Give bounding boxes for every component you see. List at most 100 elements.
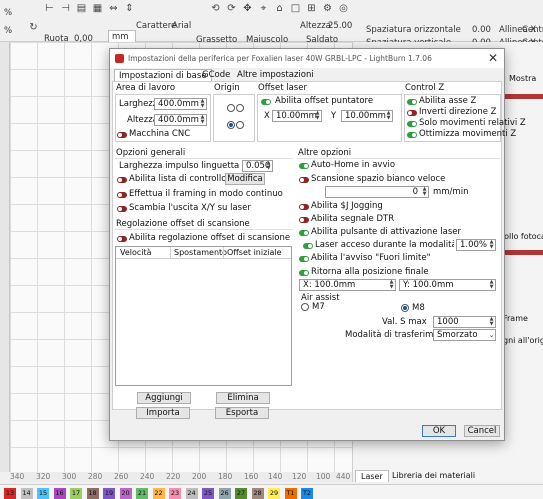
dialog-titlebar[interactable]: Impostazioni della periferica per Foxali… [110,49,504,68]
column-header-speed[interactable]: Velocità [120,248,152,257]
chevron-down-icon[interactable]: ⌄ [488,330,495,340]
distribute-icon[interactable]: ⇔ [108,3,119,14]
tab-basic-settings[interactable]: Impostazioni di base [114,69,212,81]
palette-swatch[interactable]: 19 [103,488,115,499]
height-value[interactable]: 25.00 [328,21,352,31]
mirror-icon[interactable]: ⇕ [124,3,135,14]
palette-swatch[interactable]: 27 [235,488,247,499]
palette-swatch[interactable]: 24 [185,488,198,499]
palette-swatch[interactable]: 25 [202,488,214,499]
delete-button[interactable]: Elimina [216,392,270,404]
scan-offset-toggle[interactable] [117,236,127,242]
export-button[interactable]: Esporta [215,407,269,419]
add-button[interactable]: Aggiungi [137,392,191,404]
swap-xy-toggle[interactable] [117,206,127,212]
origin-top-left-radio[interactable] [227,104,235,112]
continuous-framing-toggle[interactable] [117,192,127,198]
air-assist-m8-radio[interactable] [401,304,409,312]
height-field[interactable]: 400.0mm ▲ ▼ [154,114,207,126]
align-center-icon[interactable]: ⊣ [60,3,71,14]
offset-x-field[interactable]: 10.00mm ▲ ▼ [272,110,322,122]
invert-z-toggle[interactable] [407,110,417,116]
relative-z-toggle[interactable] [407,121,417,127]
fire-power-field[interactable]: 1.00% ▲ ▼ [456,239,496,251]
scan-offset-table[interactable]: Velocità Spostamento Offset iniziale [115,246,292,386]
offset-y-field[interactable]: 10.00mm ▲ ▼ [341,110,393,122]
palette-swatch[interactable]: 29 [268,488,280,499]
fire-during-framing-toggle[interactable] [303,243,313,249]
import-button[interactable]: Importa [136,407,190,419]
align-left-icon[interactable]: ⊢ [44,3,55,14]
width-field[interactable]: 400.0mm ▲ ▼ [154,98,207,110]
close-icon[interactable]: ✕ [488,51,498,65]
settings-icon[interactable]: ⚙ [322,3,333,14]
camera-control-label[interactable]: rollo fotocamera [501,232,543,241]
tab-other-settings[interactable]: Altre impostazioni [233,69,318,81]
tab-material-library[interactable]: Libreria dei materiali [387,470,480,482]
jogging-toggle[interactable] [299,204,309,210]
transfer-mode-select[interactable]: Smorzato ⌄ [433,329,496,341]
palette-swatch[interactable]: T1 [284,488,297,499]
return-y-field[interactable]: Y: 100.0mm ▲ ▼ [399,279,496,291]
align-x-value[interactable]: Centrale [522,25,543,35]
spin-arrows-icon[interactable]: ▲ ▼ [199,99,206,109]
spin-arrows-icon[interactable]: ▲ ▼ [421,187,428,197]
out-of-bounds-toggle[interactable] [299,256,309,262]
dtr-toggle[interactable] [299,217,309,223]
palette-swatch[interactable]: 21 [136,488,148,499]
spin-arrows-icon[interactable]: ▲ ▼ [388,280,395,290]
palette-swatch[interactable]: T2 [301,488,313,499]
spin-arrows-icon[interactable]: ▲ ▼ [488,280,495,290]
spin-arrows-icon[interactable]: ▲ ▼ [385,111,392,121]
rotate-icon[interactable]: ⟲ [210,3,221,14]
ruler-icon[interactable]: ⊞ [306,3,317,14]
air-assist-m7-radio[interactable] [301,303,309,311]
pointer-offset-toggle[interactable] [261,99,271,105]
tab-laser[interactable]: Laser [355,470,389,482]
return-x-field[interactable]: X: 100.0mm ▲ ▼ [299,279,396,291]
palette-swatch[interactable]: 14 [20,488,33,499]
spin-arrows-icon[interactable]: ▲ ▼ [488,317,495,327]
home-icon[interactable]: ⌂ [274,3,285,14]
frame-button[interactable]: Frame [503,314,528,323]
mostra-label[interactable]: Mostra [509,74,536,83]
fire-button-toggle[interactable] [299,230,309,236]
palette-swatch[interactable]: 15 [37,488,49,499]
arrange-icon[interactable]: ▤ [76,3,87,14]
palette-swatch[interactable]: 13 [4,488,16,499]
origin-bottom-right-radio[interactable] [236,121,244,129]
palette-swatch[interactable]: 26 [218,488,231,499]
hspace-value[interactable]: 0.00 [472,25,491,35]
return-to-position-toggle[interactable] [299,270,309,276]
grid-icon[interactable]: ▦ [92,3,103,14]
go-to-origin-button[interactable]: gni all'origine [503,336,543,345]
ok-button[interactable]: OK [422,425,456,437]
node-icon[interactable]: ⌖ [258,3,269,14]
font-value[interactable]: Arial [172,21,191,31]
origin-top-right-radio[interactable] [236,104,244,112]
column-header-shift[interactable]: Spostamento [174,248,227,257]
frame-icon[interactable]: □ [290,3,301,14]
palette-swatch[interactable]: 22 [152,488,165,499]
optimize-z-toggle[interactable] [407,132,417,138]
palette-swatch[interactable]: 18 [86,488,99,499]
tab-pulse-width-field[interactable]: 0.050 ▲ ▼ [242,160,273,172]
lock-icon[interactable]: ◎ [338,3,349,14]
column-header-start-offset[interactable]: Offset iniziale [227,248,282,257]
palette-swatch[interactable]: 20 [119,488,132,499]
origin-bottom-left-radio[interactable] [227,121,235,129]
spin-arrows-icon[interactable]: ▲ ▼ [199,115,206,125]
cancel-button[interactable]: Cancel [464,425,500,437]
autohome-toggle[interactable] [299,163,309,169]
fast-whitespace-speed-field[interactable]: 0 ▲ ▼ [325,186,429,198]
palette-swatch[interactable]: 16 [53,488,66,499]
tab-gcode[interactable]: GCode [198,69,234,81]
palette-swatch[interactable]: 17 [70,488,82,499]
spin-arrows-icon[interactable]: ▲ ▼ [314,111,321,121]
enable-z-toggle[interactable] [407,99,417,105]
spin-arrows-icon[interactable]: ▲ ▼ [265,161,272,171]
flip-icon[interactable]: ⟳ [226,3,237,14]
edit-checklist-button[interactable]: Modifica [225,173,265,185]
palette-swatch[interactable]: 23 [169,488,181,499]
palette-swatch[interactable]: 28 [251,488,264,499]
